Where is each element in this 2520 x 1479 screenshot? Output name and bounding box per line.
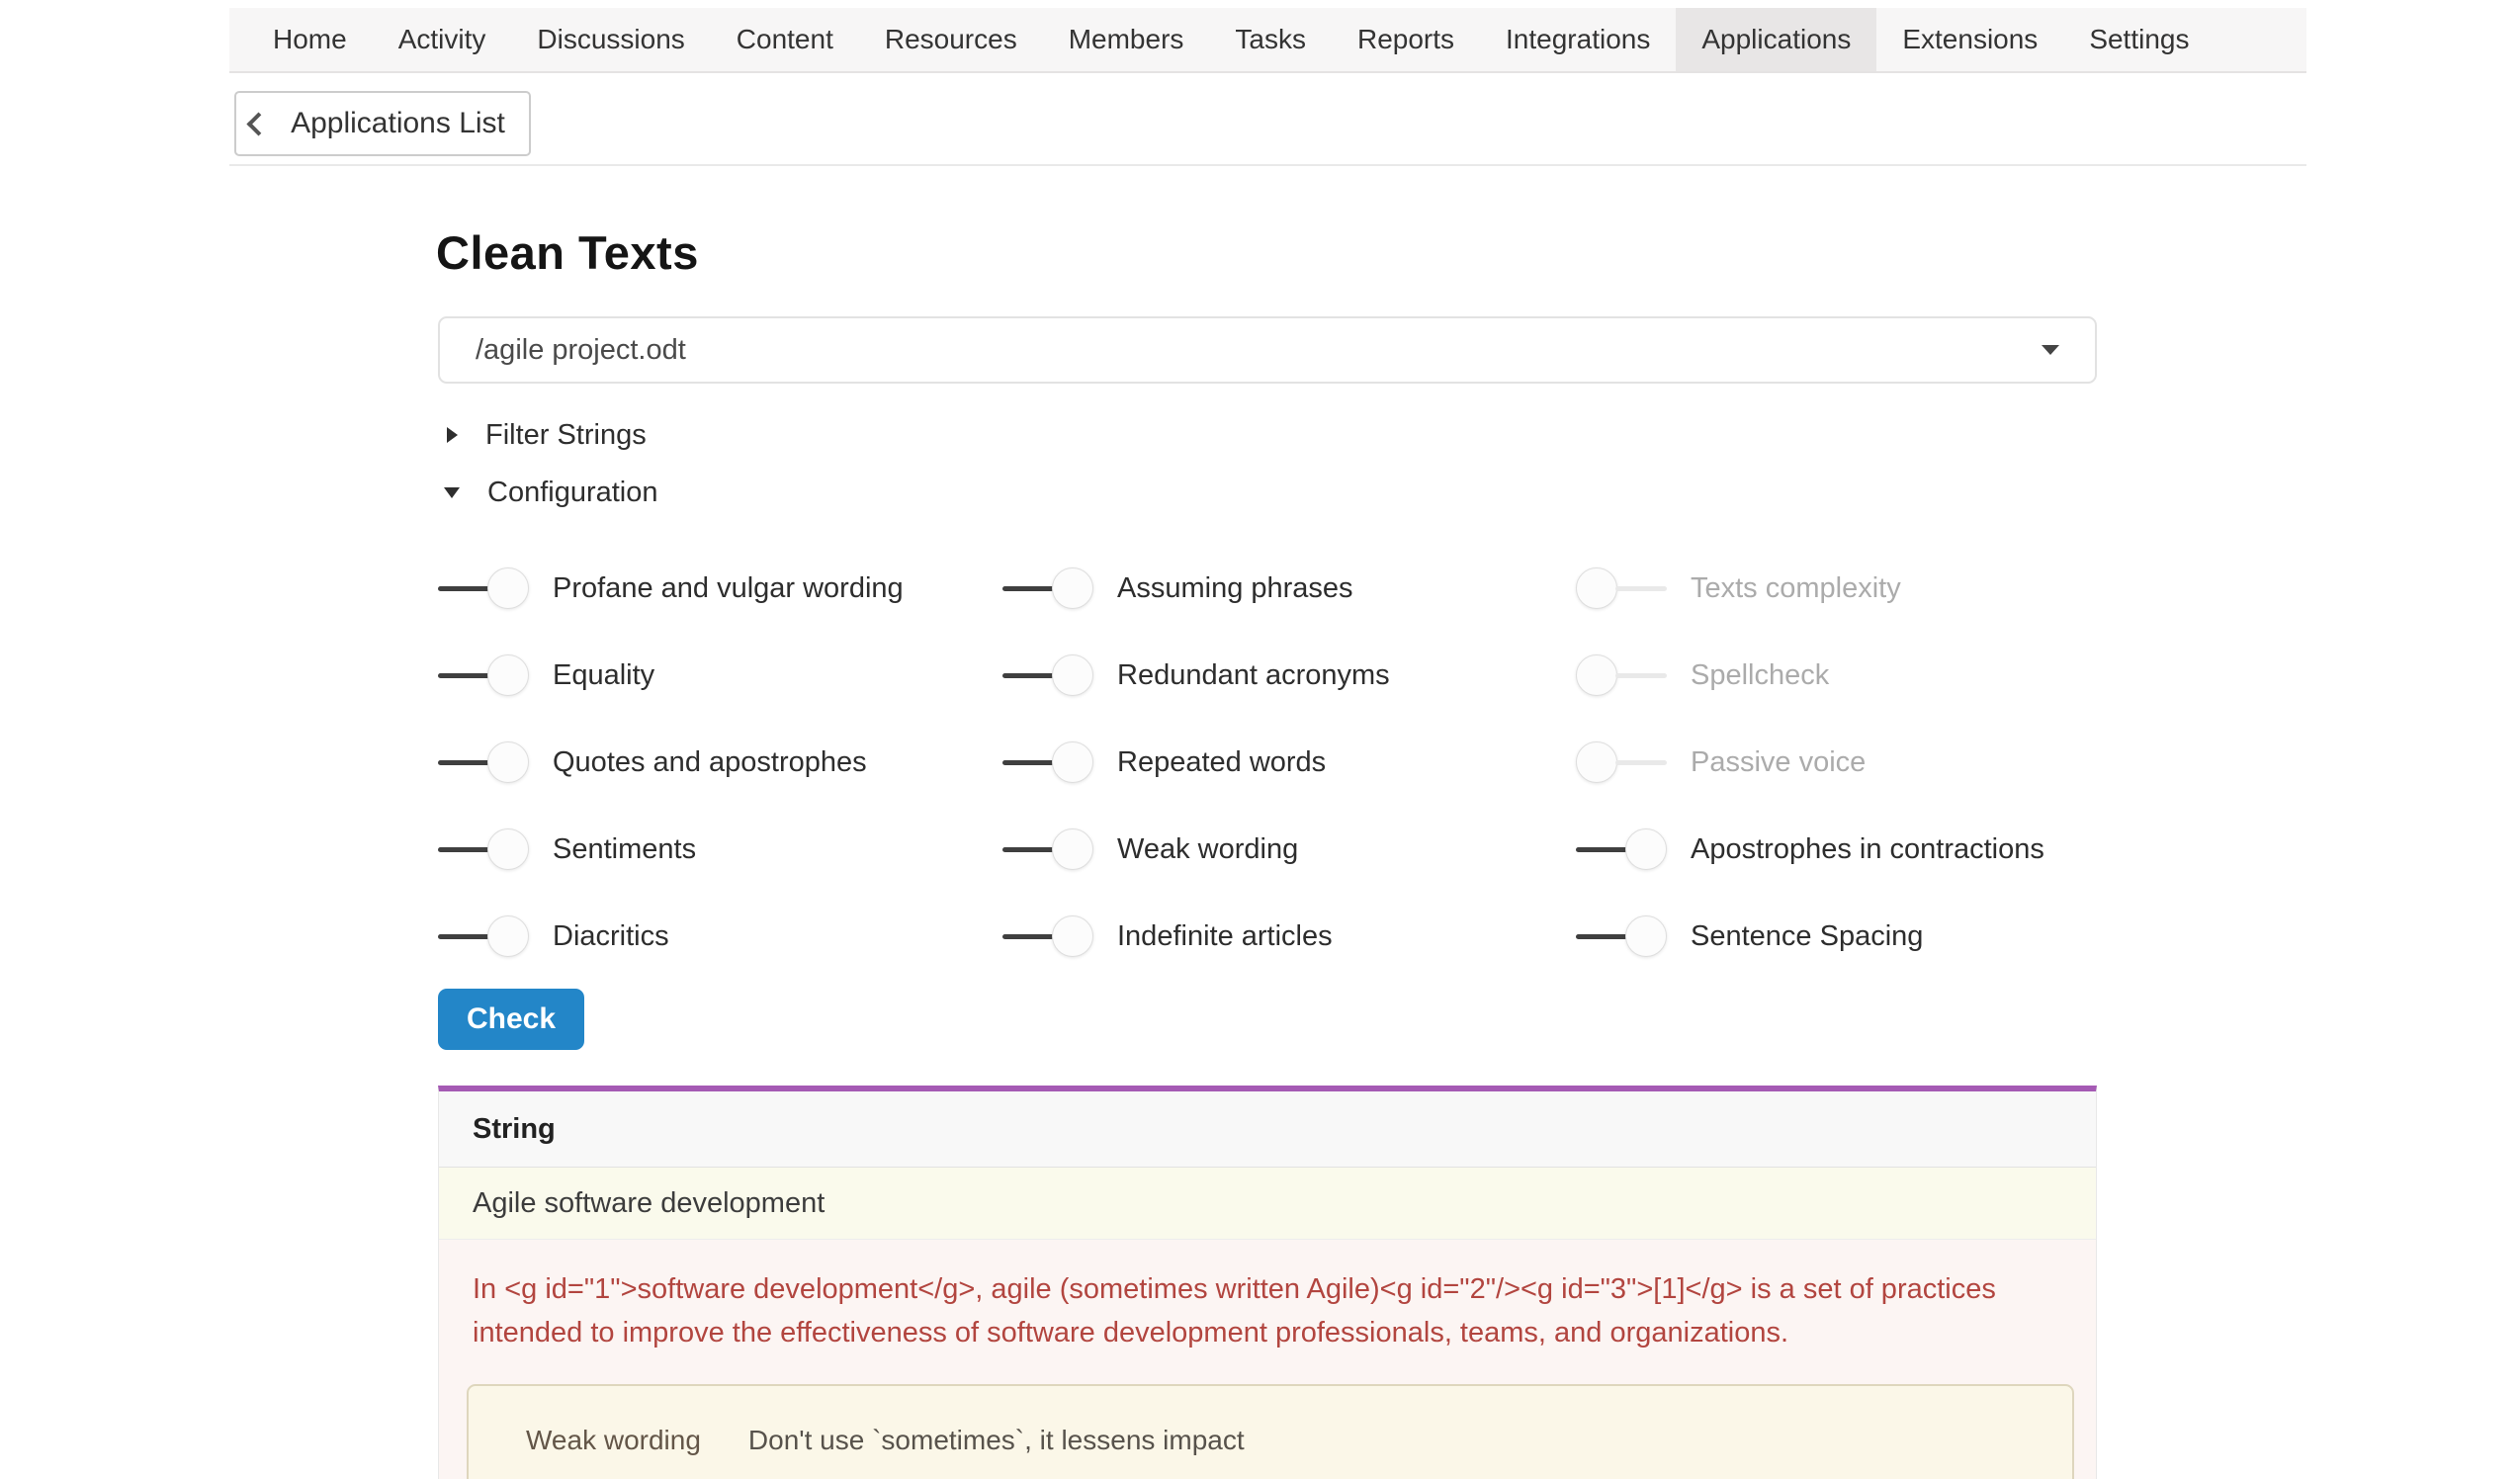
toggle-diacritics[interactable]: Diacritics <box>438 893 1002 980</box>
toggle-track <box>1576 847 1627 852</box>
toggle-label: Sentiments <box>553 833 696 866</box>
toggle-passive-voice[interactable]: Passive voice <box>1576 719 2044 806</box>
toggle-knob[interactable] <box>487 828 529 870</box>
toggle-track <box>1002 673 1054 678</box>
toggle-track <box>1002 934 1054 939</box>
toggle-label: Profane and vulgar wording <box>553 572 904 605</box>
filter-strings-section-toggle[interactable]: Filter Strings <box>447 413 647 457</box>
toggle-label: Equality <box>553 659 654 692</box>
nav-item-integrations[interactable]: Integrations <box>1480 8 1676 71</box>
chevron-left-icon <box>247 112 271 135</box>
toggle-assuming-phrases[interactable]: Assuming phrases <box>1002 545 1576 632</box>
toggle-repeated-words[interactable]: Repeated words <box>1002 719 1576 806</box>
toggle-track <box>1615 673 1667 678</box>
toggle-label: Quotes and apostrophes <box>553 746 867 779</box>
toggle-label: Redundant acronyms <box>1117 659 1390 692</box>
toggle-quotes-and-apostrophes[interactable]: Quotes and apostrophes <box>438 719 1002 806</box>
nav-item-reports[interactable]: Reports <box>1332 8 1480 71</box>
toggle-knob[interactable] <box>1625 828 1667 870</box>
toggle-track <box>1576 934 1627 939</box>
toggle-label: Repeated words <box>1117 746 1326 779</box>
check-button[interactable]: Check <box>438 989 584 1050</box>
toggle-label: Weak wording <box>1117 833 1298 866</box>
toggle-label: Texts complexity <box>1691 572 1901 605</box>
page-title: Clean Texts <box>436 225 699 280</box>
nav-item-tasks[interactable]: Tasks <box>1209 8 1332 71</box>
nav-item-resources[interactable]: Resources <box>859 8 1043 71</box>
file-select-value: /agile project.odt <box>476 334 2042 367</box>
triangle-right-icon <box>447 427 458 443</box>
toggle-track <box>1002 760 1054 765</box>
toggle-knob[interactable] <box>1052 915 1093 957</box>
issue-box: Weak wording Don't use `sometimes`, it l… <box>467 1384 2074 1479</box>
top-navbar: HomeActivityDiscussionsContentResourcesM… <box>229 8 2306 73</box>
result-string-row[interactable]: Agile software development <box>439 1168 2096 1240</box>
back-button-label: Applications List <box>291 107 505 140</box>
toggle-knob[interactable] <box>487 741 529 783</box>
toggle-track <box>1615 760 1667 765</box>
toggle-knob[interactable] <box>1052 654 1093 696</box>
toggle-label: Spellcheck <box>1691 659 1829 692</box>
toggle-knob[interactable] <box>487 915 529 957</box>
toggle-knob[interactable] <box>1052 828 1093 870</box>
nav-item-applications[interactable]: Applications <box>1676 8 1876 71</box>
toggle-label: Indefinite articles <box>1117 920 1333 953</box>
nav-item-content[interactable]: Content <box>711 8 859 71</box>
toggle-track <box>438 760 489 765</box>
toggle-knob[interactable] <box>1052 741 1093 783</box>
nav-item-discussions[interactable]: Discussions <box>511 8 710 71</box>
toggle-track <box>438 586 489 591</box>
source-text: In <g id="1">software development</g>, a… <box>473 1267 2062 1354</box>
toggle-track <box>1002 586 1054 591</box>
result-detail-row: In <g id="1">software development</g>, a… <box>439 1240 2096 1479</box>
file-select-dropdown[interactable]: /agile project.odt <box>438 316 2097 384</box>
toggle-knob[interactable] <box>487 567 529 609</box>
nav-item-settings[interactable]: Settings <box>2063 8 2215 71</box>
issue-message: Don't use `sometimes`, it lessens impact <box>748 1425 1245 1456</box>
toggle-label: Passive voice <box>1691 746 1866 779</box>
toggle-knob[interactable] <box>1576 567 1617 609</box>
toggle-track <box>438 934 489 939</box>
toggle-texts-complexity[interactable]: Texts complexity <box>1576 545 2044 632</box>
toggle-knob[interactable] <box>1625 915 1667 957</box>
toggle-spellcheck[interactable]: Spellcheck <box>1576 632 2044 719</box>
toggle-knob[interactable] <box>1576 741 1617 783</box>
toggle-label: Apostrophes in contractions <box>1691 833 2044 866</box>
toggle-sentence-spacing[interactable]: Sentence Spacing <box>1576 893 2044 980</box>
results-header-string: String <box>439 1091 2096 1168</box>
toggle-knob[interactable] <box>1576 654 1617 696</box>
caret-down-icon <box>2042 345 2059 355</box>
toggle-grid: Profane and vulgar wording Assuming phras… <box>438 545 2044 980</box>
toggle-label: Diacritics <box>553 920 669 953</box>
toggle-label: Sentence Spacing <box>1691 920 1923 953</box>
toggle-track <box>1002 847 1054 852</box>
nav-item-home[interactable]: Home <box>247 8 373 71</box>
nav-item-members[interactable]: Members <box>1043 8 1210 71</box>
issue-type: Weak wording <box>526 1425 701 1456</box>
triangle-down-icon <box>444 487 460 498</box>
configuration-section-toggle[interactable]: Configuration <box>447 471 658 514</box>
toggle-weak-wording[interactable]: Weak wording <box>1002 806 1576 893</box>
toggle-knob[interactable] <box>1052 567 1093 609</box>
header-divider <box>229 164 2306 166</box>
toggle-redundant-acronyms[interactable]: Redundant acronyms <box>1002 632 1576 719</box>
toggle-profane-and-vulgar-wording[interactable]: Profane and vulgar wording <box>438 545 1002 632</box>
applications-list-back-button[interactable]: Applications List <box>234 91 531 156</box>
toggle-label: Assuming phrases <box>1117 572 1353 605</box>
toggle-track <box>438 847 489 852</box>
results-table: String Agile software development In <g … <box>438 1086 2097 1479</box>
configuration-label: Configuration <box>487 477 658 509</box>
toggle-apostrophes-in-contractions[interactable]: Apostrophes in contractions <box>1576 806 2044 893</box>
filter-strings-label: Filter Strings <box>485 419 647 452</box>
nav-item-extensions[interactable]: Extensions <box>1876 8 2063 71</box>
toggle-knob[interactable] <box>487 654 529 696</box>
nav-item-activity[interactable]: Activity <box>373 8 512 71</box>
toggle-track <box>1615 586 1667 591</box>
toggle-equality[interactable]: Equality <box>438 632 1002 719</box>
toggle-indefinite-articles[interactable]: Indefinite articles <box>1002 893 1576 980</box>
toggle-track <box>438 673 489 678</box>
toggle-sentiments[interactable]: Sentiments <box>438 806 1002 893</box>
